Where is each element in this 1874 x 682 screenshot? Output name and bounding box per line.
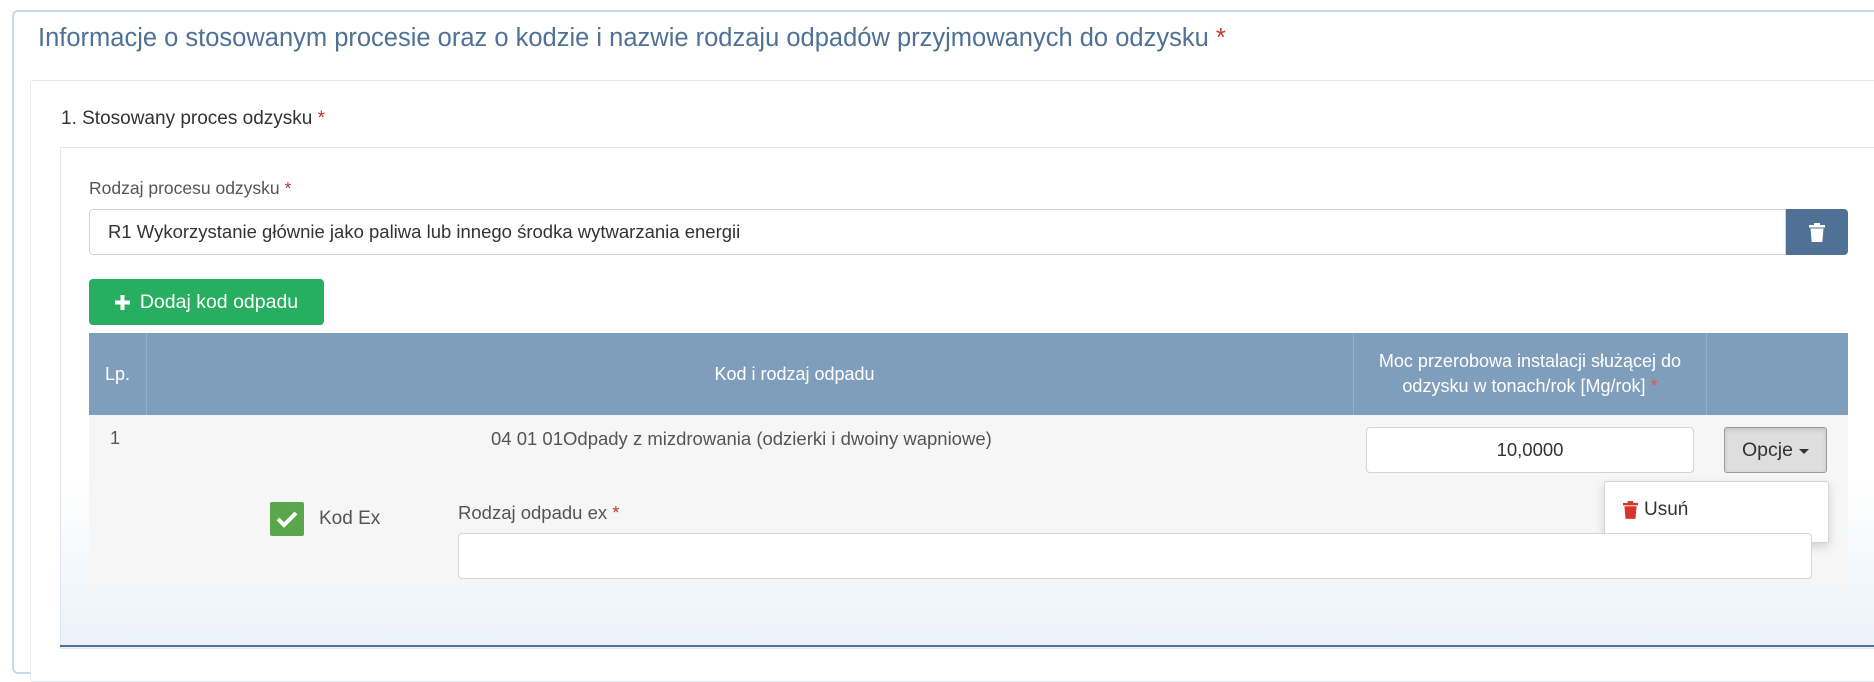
options-label: Opcje xyxy=(1742,438,1793,461)
section-title: 1. Stosowany proces odzysku * xyxy=(61,108,325,130)
menu-item-delete[interactable]: Usuń xyxy=(1623,499,1688,521)
row-waste-code: 04 01 01Odpady z mizdrowania (odzierki i… xyxy=(491,428,992,449)
process-type-field[interactable]: R1 Wykorzystanie głównie jako paliwa lub… xyxy=(89,209,1786,255)
process-type-label: Rodzaj procesu odzysku * xyxy=(89,178,291,199)
kod-ex-label: Kod Ex xyxy=(319,508,381,529)
capacity-input[interactable]: 10,0000 xyxy=(1366,427,1694,473)
ex-waste-type-input[interactable] xyxy=(458,533,1812,579)
trash-icon xyxy=(1809,222,1825,242)
header-moc-line1: Moc przerobowa instalacji służącej do xyxy=(1378,351,1682,371)
section-title-text: 1. Stosowany proces odzysku xyxy=(61,108,313,129)
required-mark: * xyxy=(284,178,292,198)
ex-waste-type-label: Rodzaj odpadu ex * xyxy=(458,502,619,524)
divider xyxy=(60,645,1874,647)
ex-waste-type-label-text: Rodzaj odpadu ex xyxy=(458,502,608,523)
plus-icon xyxy=(114,294,130,310)
options-button[interactable]: Opcje xyxy=(1724,427,1827,473)
header-moc: Moc przerobowa instalacji służącej do od… xyxy=(1354,333,1706,415)
delete-process-button[interactable] xyxy=(1786,209,1848,255)
caret-down-icon xyxy=(1798,449,1809,454)
header-kod: Kod i rodzaj odpadu xyxy=(714,363,875,384)
row-lp: 1 xyxy=(110,428,121,448)
required-mark: * xyxy=(317,108,326,129)
header-moc-line2: odzysku w tonach/rok [Mg/rok] xyxy=(1402,376,1646,396)
checkmark-icon xyxy=(276,511,298,528)
process-type-label-text: Rodzaj procesu odzysku xyxy=(89,178,280,198)
trash-icon xyxy=(1623,501,1638,519)
header-lp: Lp. xyxy=(104,363,131,384)
required-mark: * xyxy=(612,502,620,523)
kod-ex-checkbox[interactable] xyxy=(270,502,304,536)
add-waste-code-label: Dodaj kod odpadu xyxy=(139,290,299,313)
header-divider xyxy=(1706,333,1707,415)
required-mark: * xyxy=(1215,24,1226,52)
add-waste-code-button[interactable]: Dodaj kod odpadu xyxy=(89,279,324,325)
required-mark: * xyxy=(1650,376,1658,396)
table-header: Lp. Kod i rodzaj odpadu Moc przerobowa i… xyxy=(89,333,1848,415)
menu-item-delete-label: Usuń xyxy=(1644,499,1689,520)
page-title-text: Informacje o stosowanym procesie oraz o … xyxy=(38,24,1209,52)
page-title: Informacje o stosowanym procesie oraz o … xyxy=(38,24,1226,53)
